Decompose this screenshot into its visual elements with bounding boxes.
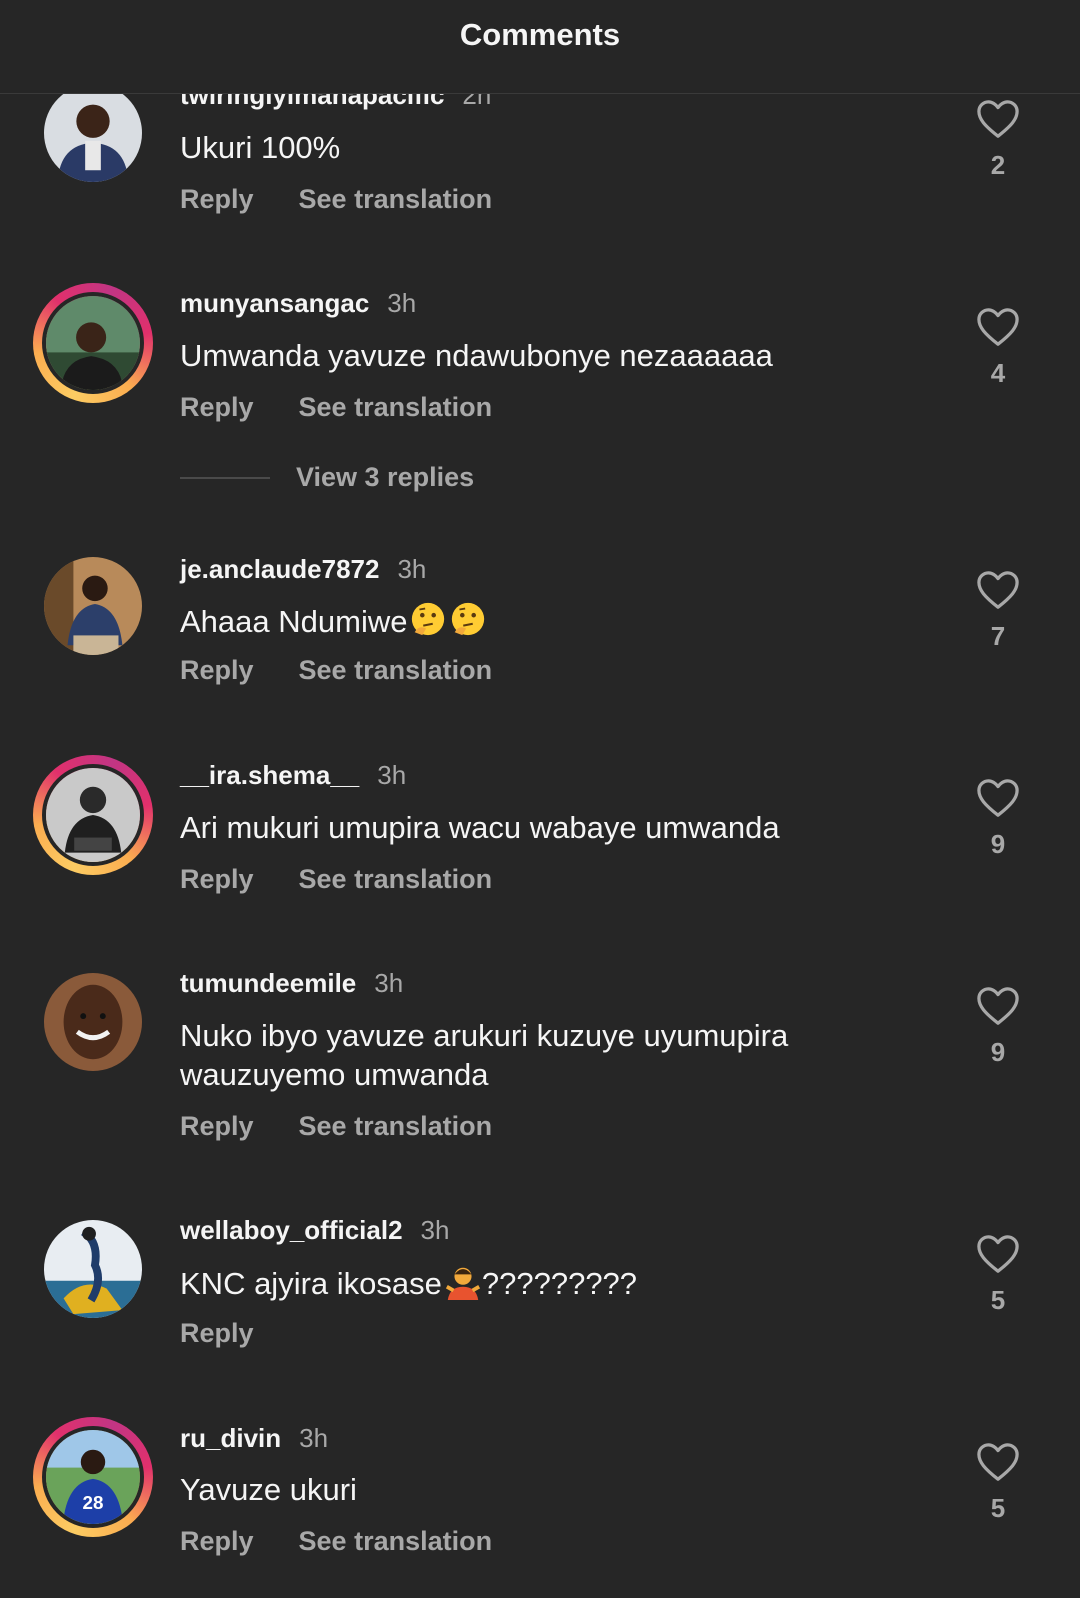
like-count: 2: [990, 150, 1006, 180]
avatar[interactable]: [44, 84, 142, 182]
comment-actions: Reply See translation: [180, 1526, 492, 1557]
comment-meta: __ira.shema__ 3h: [180, 760, 406, 791]
username[interactable]: __ira.shema__: [180, 760, 359, 791]
reply-button[interactable]: Reply: [180, 1111, 254, 1142]
comment-actions: Reply See translation: [180, 392, 492, 423]
comment-actions: Reply See translation: [180, 864, 492, 895]
comment-text: Yavuze ukuri: [180, 1472, 357, 1507]
comment-meta: wellaboy_official2 3h: [180, 1215, 449, 1246]
reply-button[interactable]: Reply: [180, 655, 254, 686]
timestamp: 3h: [374, 968, 404, 998]
heart-outline-icon[interactable]: [975, 985, 1021, 1027]
timestamp: 3h: [387, 288, 417, 318]
username[interactable]: ru_divin: [180, 1423, 281, 1454]
thinking-face-emoji: [412, 602, 445, 636]
like-control: 5: [968, 1233, 1028, 1316]
avatar[interactable]: [44, 1220, 142, 1318]
timestamp: 3h: [420, 1215, 450, 1245]
comment-meta: ru_divin 3h: [180, 1423, 328, 1454]
page-title: Comments: [459, 16, 621, 52]
username[interactable]: wellaboy_official2: [180, 1215, 403, 1246]
like-control: 9: [968, 985, 1028, 1068]
reply-button[interactable]: Reply: [180, 184, 254, 215]
story-ring[interactable]: 28: [33, 1417, 153, 1537]
see-translation-button[interactable]: See translation: [299, 1111, 493, 1142]
comment-text: Ari mukuri umupira wacu wabaye umwanda: [180, 810, 780, 845]
like-count: 9: [990, 1037, 1006, 1067]
comments-header: Comments: [0, 0, 1080, 94]
comment-meta: tumundeemile 3h: [180, 968, 403, 999]
comment-text-body: KNC ajyira ikosase: [180, 1266, 442, 1301]
see-translation-button[interactable]: See translation: [299, 864, 493, 895]
avatar: [42, 764, 144, 866]
username[interactable]: munyansangac: [180, 288, 369, 319]
reply-button[interactable]: Reply: [180, 1526, 254, 1557]
see-translation-button[interactable]: See translation: [299, 184, 493, 215]
timestamp: 3h: [377, 760, 407, 790]
comment-meta: je.anclaude7872 3h: [180, 554, 426, 585]
comment-actions: Reply: [180, 1318, 254, 1349]
see-translation-button[interactable]: See translation: [299, 1526, 493, 1557]
heart-outline-icon[interactable]: [975, 1441, 1021, 1483]
person-shrugging-emoji: [445, 1267, 480, 1300]
like-count: 9: [990, 829, 1006, 859]
comment-text: Ahaaa Ndumiwe: [180, 600, 880, 641]
see-translation-button[interactable]: See translation: [299, 392, 493, 423]
thinking-face-emoji: [452, 602, 485, 636]
like-control: 4: [968, 306, 1028, 389]
timestamp: 3h: [397, 554, 427, 584]
view-replies-label: View 3 replies: [296, 462, 475, 492]
comment-text-body: Ahaaa Ndumiwe: [180, 604, 408, 639]
username[interactable]: je.anclaude7872: [180, 554, 379, 585]
like-control: 9: [968, 777, 1028, 860]
view-replies-button[interactable]: View 3 replies: [180, 462, 474, 493]
timestamp: 3h: [299, 1423, 329, 1453]
story-ring[interactable]: [33, 755, 153, 875]
heart-outline-icon[interactable]: [975, 569, 1021, 611]
like-control: 5: [968, 1441, 1028, 1524]
username[interactable]: tumundeemile: [180, 968, 356, 999]
avatar: [42, 292, 144, 394]
divider: [180, 476, 270, 479]
avatar[interactable]: [44, 557, 142, 655]
comment-text: Ukuri 100%: [180, 130, 341, 165]
heart-outline-icon[interactable]: [975, 1233, 1021, 1275]
comment-actions: Reply See translation: [180, 655, 492, 686]
like-control: 2: [968, 98, 1028, 181]
like-control: 7: [968, 569, 1028, 652]
story-ring[interactable]: [33, 283, 153, 403]
like-count: 4: [990, 358, 1006, 388]
comment-text-suffix: ?????????: [481, 1266, 638, 1301]
reply-button[interactable]: Reply: [180, 392, 254, 423]
reply-button[interactable]: Reply: [180, 864, 254, 895]
like-count: 5: [990, 1285, 1006, 1315]
svg-text:28: 28: [83, 1492, 104, 1513]
heart-outline-icon[interactable]: [975, 777, 1021, 819]
comments-screen: Comments twiringiyimanapacific 2h Ukuri …: [0, 0, 1080, 1598]
comment-text: KNC ajyira ikosase?????????: [180, 1262, 880, 1303]
like-count: 5: [990, 1493, 1006, 1523]
comment-actions: Reply See translation: [180, 184, 492, 215]
comment-actions: Reply See translation: [180, 1111, 492, 1142]
avatar: 28: [42, 1426, 144, 1528]
heart-outline-icon[interactable]: [975, 98, 1021, 140]
comment-text: Umwanda yavuze ndawubonye nezaaaaaa: [180, 338, 773, 373]
comment-text: Nuko ibyo yavuze arukuri kuzuye uyumupir…: [180, 1018, 789, 1092]
reply-button[interactable]: Reply: [180, 1318, 254, 1349]
avatar[interactable]: [44, 973, 142, 1071]
like-count: 7: [990, 621, 1006, 651]
see-translation-button[interactable]: See translation: [299, 655, 493, 686]
comment-meta: munyansangac 3h: [180, 288, 416, 319]
heart-outline-icon[interactable]: [975, 306, 1021, 348]
